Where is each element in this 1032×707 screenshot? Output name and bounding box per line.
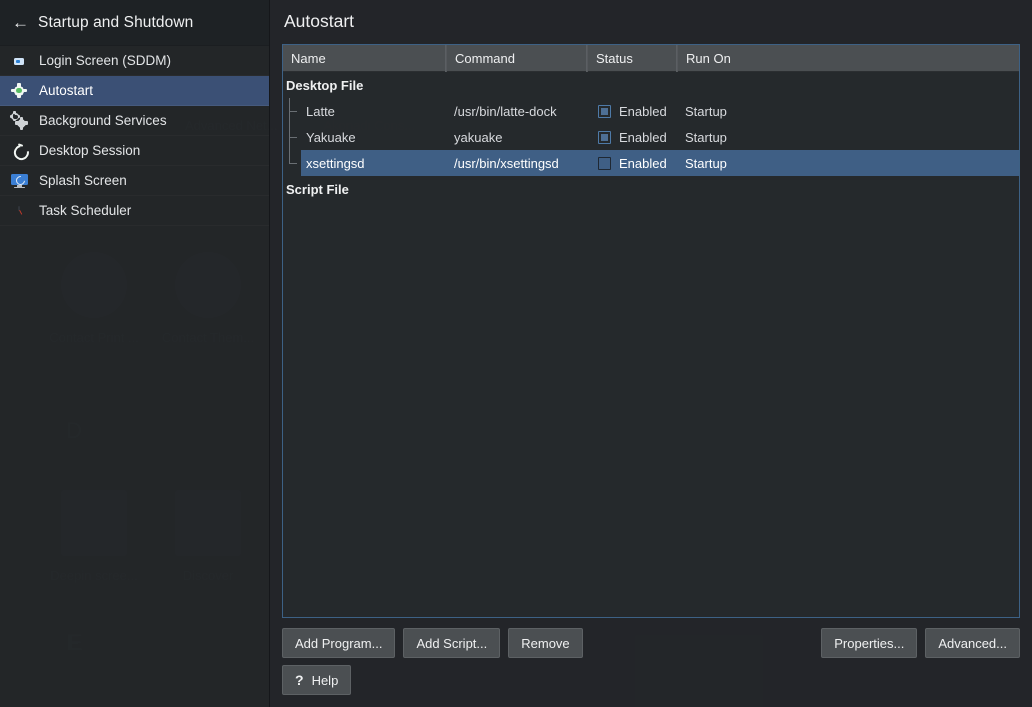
main-panel: Autostart Name Command Status Run On Des… — [270, 0, 1032, 707]
login-screen-icon — [10, 52, 28, 70]
sidebar-list: Login Screen (SDDM) Autostart Background… — [0, 46, 269, 707]
cell-name: Yakuake — [306, 129, 356, 145]
sidebar-item-label: Task Scheduler — [39, 203, 132, 218]
sidebar-item-autostart[interactable]: Autostart — [0, 76, 269, 106]
status-label: Enabled — [619, 155, 667, 171]
column-header-run-on[interactable]: Run On — [677, 45, 1019, 72]
enabled-checkbox[interactable] — [598, 156, 611, 170]
remove-button[interactable]: Remove — [508, 628, 583, 658]
background-services-gears-icon — [9, 111, 28, 130]
group-row-desktop-file[interactable]: Desktop File — [283, 72, 1019, 98]
splash-screen-monitor-icon — [10, 172, 28, 190]
help-button-bar: ? Help — [282, 658, 1020, 707]
sidebar-item-background-services[interactable]: Background Services — [0, 106, 269, 136]
sidebar: ← Startup and Shutdown Login Screen (SDD… — [0, 0, 270, 707]
desktop-session-icon — [10, 142, 28, 160]
table-header-row: Name Command Status Run On — [283, 45, 1019, 72]
table-row[interactable]: Yakuake yakuake Enabled Startup — [283, 124, 1019, 150]
add-script-button[interactable]: Add Script... — [403, 628, 501, 658]
autostart-gear-icon — [10, 82, 28, 100]
cell-run-on: Startup — [685, 103, 727, 119]
tree-branch-icon — [283, 98, 301, 124]
cell-name: Latte — [306, 103, 335, 119]
sidebar-item-label: Autostart — [39, 83, 94, 98]
column-header-command[interactable]: Command — [446, 45, 587, 72]
cell-status: Enabled — [590, 104, 680, 119]
enabled-checkbox[interactable] — [598, 104, 611, 118]
group-label: Desktop File — [286, 77, 364, 93]
cell-status: Enabled — [590, 130, 680, 145]
advanced-button[interactable]: Advanced... — [925, 628, 1020, 658]
column-header-name[interactable]: Name — [283, 45, 446, 72]
cell-command: yakuake — [454, 129, 503, 145]
sidebar-item-task-scheduler[interactable]: Task Scheduler — [0, 196, 269, 226]
cell-status: Enabled — [590, 156, 680, 171]
task-scheduler-clock-icon — [10, 202, 28, 220]
question-mark-icon: ? — [295, 672, 304, 688]
sidebar-item-label: Login Screen (SDDM) — [39, 53, 172, 68]
sidebar-item-splash-screen[interactable]: Splash Screen — [0, 166, 269, 196]
status-label: Enabled — [619, 103, 667, 119]
sidebar-item-label: Desktop Session — [39, 143, 141, 158]
enabled-checkbox[interactable] — [598, 130, 611, 144]
table-row[interactable]: Latte /usr/bin/latte-dock Enabled Startu… — [283, 98, 1019, 124]
add-program-button[interactable]: Add Program... — [282, 628, 396, 658]
column-header-status[interactable]: Status — [587, 45, 677, 72]
cell-run-on: Startup — [685, 129, 727, 145]
sidebar-title: Startup and Shutdown — [38, 13, 194, 31]
cell-name: xsettingsd — [306, 155, 365, 171]
tree-branch-icon — [283, 150, 301, 176]
group-row-script-file[interactable]: Script File — [283, 176, 1019, 202]
primary-button-bar: Add Program... Add Script... Remove Prop… — [282, 618, 1020, 658]
sidebar-item-label: Background Services — [39, 113, 167, 128]
status-label: Enabled — [619, 129, 667, 145]
startup-and-shutdown-window: Advanced Net... Akonadi Cons... D F E Co… — [0, 0, 1032, 707]
table-row-selected[interactable]: xsettingsd /usr/bin/xsettingsd Enabled S… — [283, 150, 1019, 176]
table-body: Desktop File Latte /usr/bin/latte-dock E… — [283, 72, 1019, 617]
cell-run-on: Startup — [685, 155, 727, 171]
cell-command: /usr/bin/xsettingsd — [454, 155, 559, 171]
sidebar-item-desktop-session[interactable]: Desktop Session — [0, 136, 269, 166]
help-button-label: Help — [311, 672, 339, 688]
sidebar-item-login-screen[interactable]: Login Screen (SDDM) — [0, 46, 269, 76]
sidebar-item-label: Splash Screen — [39, 173, 127, 188]
help-button[interactable]: ? Help — [282, 665, 352, 695]
back-arrow-icon[interactable]: ← — [12, 14, 29, 31]
properties-button[interactable]: Properties... — [821, 628, 918, 658]
sidebar-header: ← Startup and Shutdown — [0, 0, 269, 46]
tree-branch-icon — [283, 124, 301, 150]
group-label: Script File — [286, 181, 349, 197]
autostart-table[interactable]: Name Command Status Run On Desktop File … — [282, 44, 1020, 618]
page-title: Autostart — [284, 11, 355, 31]
cell-command: /usr/bin/latte-dock — [454, 103, 557, 119]
